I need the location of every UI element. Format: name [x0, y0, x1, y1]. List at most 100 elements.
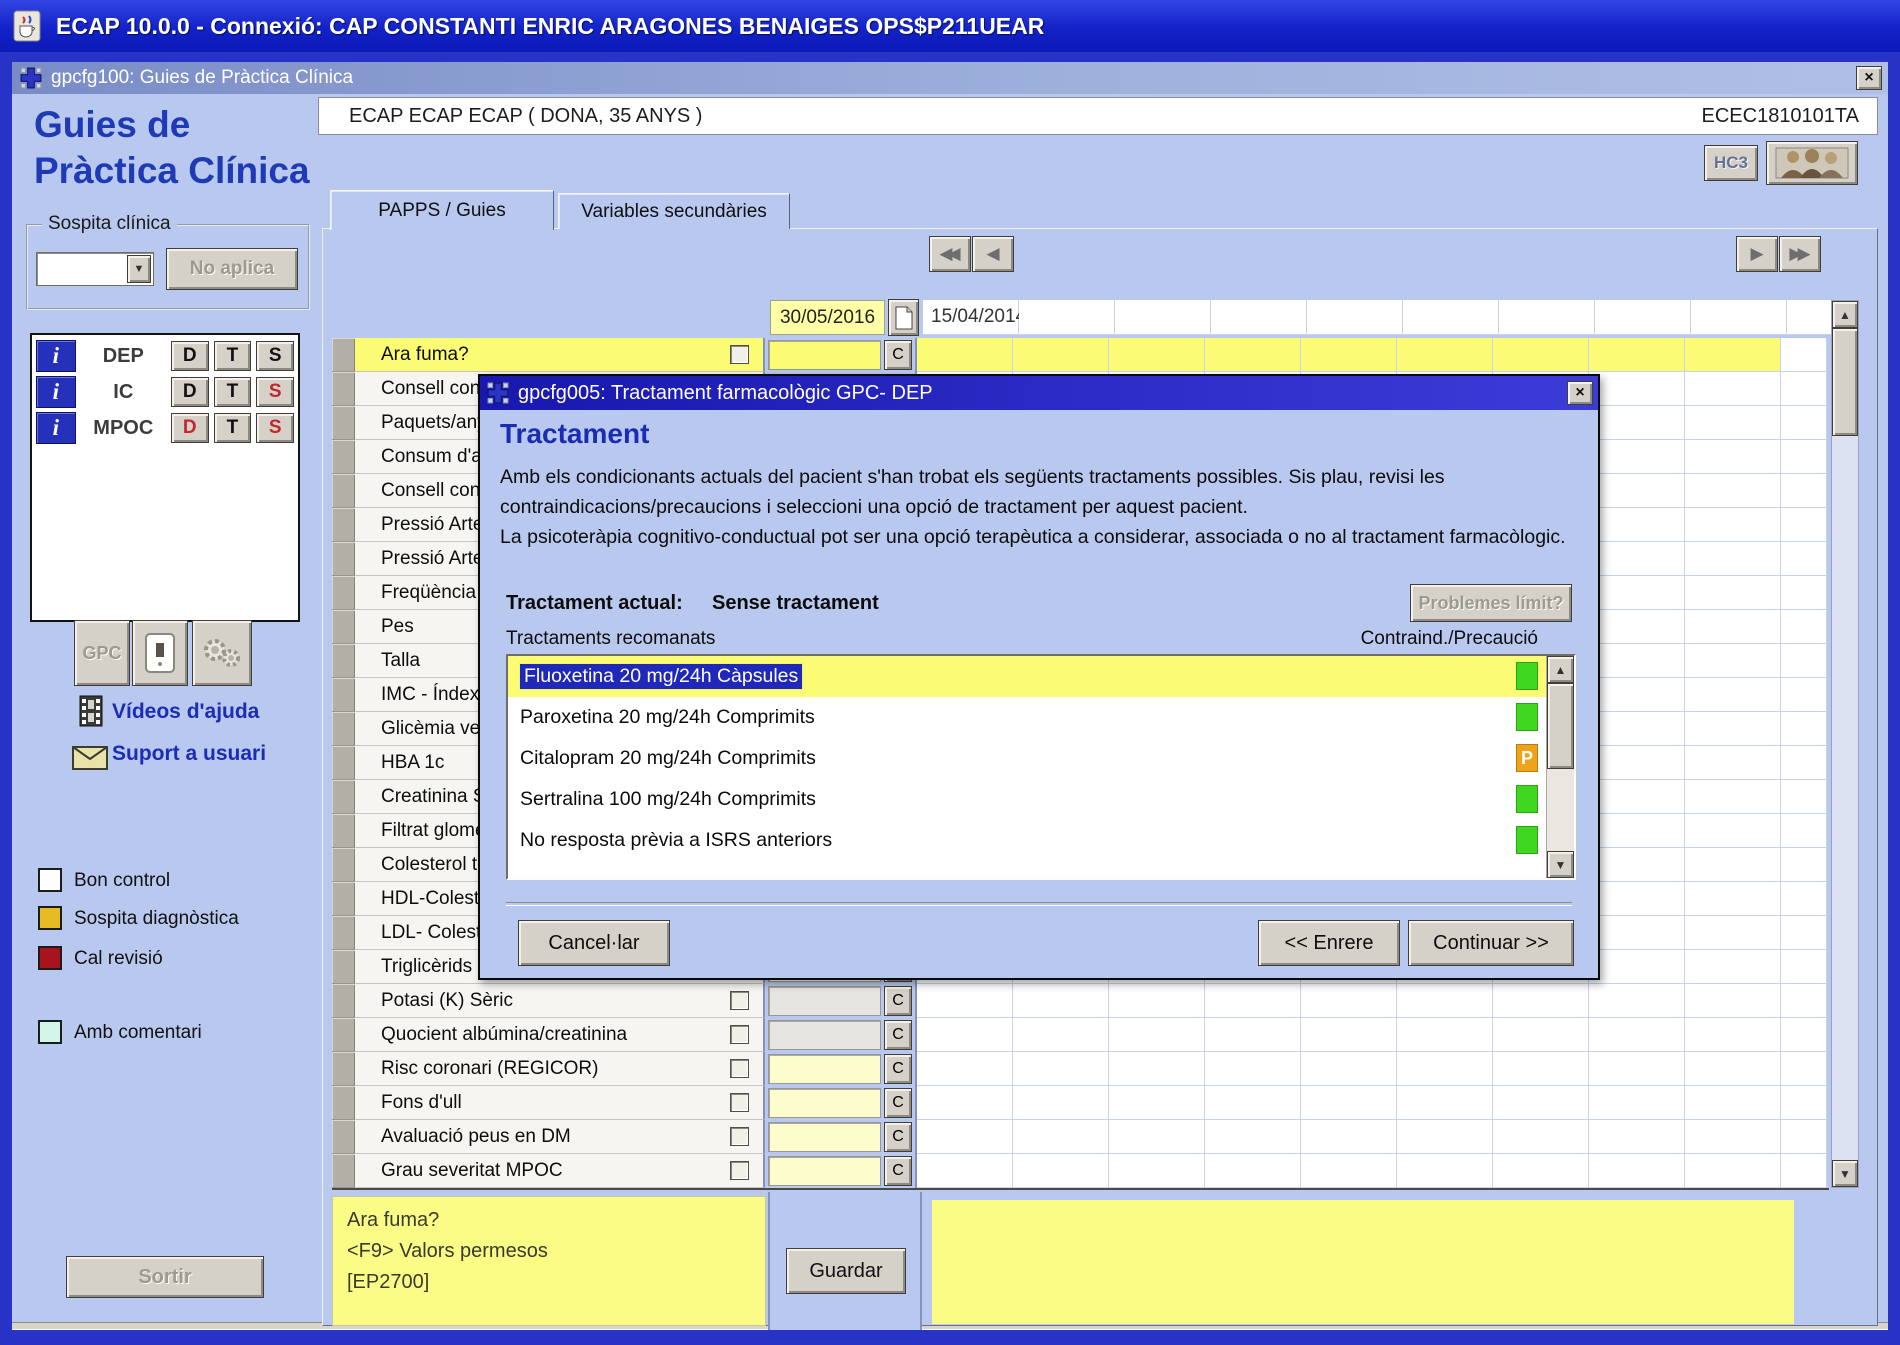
row-header-cell[interactable]	[332, 338, 355, 372]
guide-d-button[interactable]: D	[171, 341, 209, 371]
guardar-button[interactable]: Guardar	[786, 1248, 906, 1294]
row-checkbox[interactable]	[730, 345, 749, 364]
dialog-close-button[interactable]: ×	[1567, 381, 1593, 405]
guide-t-button[interactable]: T	[214, 341, 252, 371]
device-button[interactable]	[132, 620, 188, 686]
row-header-cell[interactable]	[332, 814, 355, 848]
row-header-cell[interactable]	[332, 644, 355, 678]
cancel-button[interactable]: Cancel·lar	[518, 920, 670, 966]
row-header-cell[interactable]	[332, 950, 355, 984]
row-checkbox[interactable]	[730, 1093, 749, 1112]
guide-d-button[interactable]: D	[171, 413, 209, 443]
row-header-cell[interactable]	[332, 474, 355, 508]
treatment-row[interactable]: Fluoxetina 20 mg/24h Càpsules	[508, 656, 1574, 697]
row-header-cell[interactable]	[332, 780, 355, 814]
row-label-cell[interactable]: Fons d'ull	[355, 1086, 765, 1120]
nav-first-icon[interactable]: ◀◀	[929, 236, 971, 272]
row-header-cell[interactable]	[332, 712, 355, 746]
row-header-cell[interactable]	[332, 848, 355, 882]
back-button[interactable]: << Enrere	[1258, 920, 1400, 966]
treatment-row[interactable]: Paroxetina 20 mg/24h Comprimits	[508, 697, 1574, 738]
nav-last-icon[interactable]: ▶▶	[1779, 236, 1821, 272]
row-label-cell[interactable]: Ara fuma?	[355, 338, 765, 372]
row-header-cell[interactable]	[332, 678, 355, 712]
sospita-clinica-select[interactable]: ▼	[36, 252, 154, 286]
hc3-button[interactable]: HC3	[1704, 145, 1758, 181]
tab-papps-guies[interactable]: PAPPS / Guies	[330, 190, 554, 230]
guide-t-button[interactable]: T	[214, 413, 252, 443]
new-record-button[interactable]	[888, 299, 919, 336]
guide-s-button[interactable]: S	[256, 377, 294, 407]
comment-button[interactable]: C	[884, 1122, 912, 1152]
photo-button[interactable]	[1766, 141, 1858, 185]
row-header-cell[interactable]	[332, 882, 355, 916]
row-checkbox[interactable]	[730, 1025, 749, 1044]
scrollbar-thumb[interactable]	[1832, 328, 1858, 436]
row-label-cell[interactable]: Grau severitat MPOC	[355, 1154, 765, 1188]
row-header-cell[interactable]	[332, 984, 355, 1018]
row-label-cell[interactable]: Risc coronari (REGICOR)	[355, 1052, 765, 1086]
row-header-cell[interactable]	[332, 1052, 355, 1086]
row-header-cell[interactable]	[332, 1086, 355, 1120]
guide-d-button[interactable]: D	[171, 377, 209, 407]
row-label-cell[interactable]: Avaluació peus en DM	[355, 1120, 765, 1154]
row-checkbox[interactable]	[730, 991, 749, 1010]
scroll-down-icon[interactable]: ▼	[1832, 1160, 1858, 1187]
comment-button[interactable]: C	[884, 986, 912, 1016]
info-button[interactable]: i	[36, 412, 76, 444]
table-scrollbar[interactable]: ▲ ▼	[1831, 300, 1859, 1188]
scroll-up-icon[interactable]: ▲	[1547, 656, 1574, 683]
row-header-cell[interactable]	[332, 746, 355, 780]
value-field[interactable]	[768, 1122, 881, 1152]
row-header-cell[interactable]	[332, 372, 355, 406]
row-label-cell[interactable]: Potasi (K) Sèric	[355, 984, 765, 1018]
row-label-cell[interactable]: Quocient albúmina/creatinina	[355, 1018, 765, 1052]
row-header-cell[interactable]	[332, 542, 355, 576]
comment-button[interactable]: C	[884, 1054, 912, 1084]
nav-next-icon[interactable]: ▶	[1736, 236, 1778, 272]
chevron-down-icon[interactable]: ▼	[127, 255, 151, 283]
value-field[interactable]	[768, 1020, 881, 1050]
info-button[interactable]: i	[36, 376, 76, 408]
value-field[interactable]	[768, 340, 881, 370]
no-aplica-button[interactable]: No aplica	[166, 248, 298, 290]
os-title-bar[interactable]: ECAP 10.0.0 - Connexió: CAP CONSTANTI EN…	[0, 0, 1900, 52]
scrollbar-thumb[interactable]	[1547, 683, 1574, 769]
continue-button[interactable]: Continuar >>	[1408, 920, 1574, 966]
problemes-limit-button[interactable]: Problemes límit?	[1410, 584, 1572, 622]
row-header-cell[interactable]	[332, 508, 355, 542]
videos-ajuda-link[interactable]: Vídeos d'ajuda	[112, 700, 259, 724]
tab-variables-secundaries[interactable]: Variables secundàries	[558, 193, 790, 229]
treatment-row[interactable]: No resposta prèvia a ISRS anteriors	[508, 820, 1574, 861]
dialog-title-bar[interactable]: gpcfg005: Tractament farmacològic GPC- D…	[480, 376, 1598, 410]
row-header-cell[interactable]	[332, 916, 355, 950]
comment-button[interactable]: C	[884, 340, 912, 370]
gears-button[interactable]	[192, 620, 252, 686]
row-checkbox[interactable]	[730, 1059, 749, 1078]
sortir-button[interactable]: Sortir	[66, 1256, 264, 1298]
scroll-down-icon[interactable]: ▼	[1547, 851, 1574, 878]
guide-s-button[interactable]: S	[256, 341, 294, 371]
comment-button[interactable]: C	[884, 1156, 912, 1186]
row-header-cell[interactable]	[332, 440, 355, 474]
row-header-cell[interactable]	[332, 1018, 355, 1052]
nav-previous-icon[interactable]: ◀	[972, 236, 1014, 272]
value-field[interactable]	[768, 1054, 881, 1084]
row-header-cell[interactable]	[332, 1154, 355, 1188]
value-field[interactable]	[768, 986, 881, 1016]
scroll-up-icon[interactable]: ▲	[1832, 301, 1858, 328]
gpc-button[interactable]: GPC	[74, 620, 130, 686]
row-header-cell[interactable]	[332, 1120, 355, 1154]
row-header-cell[interactable]	[332, 406, 355, 440]
treatment-list-scrollbar[interactable]: ▲ ▼	[1546, 656, 1574, 878]
guide-s-button[interactable]: S	[256, 413, 294, 443]
suport-usuari-link[interactable]: Suport a usuari	[112, 742, 266, 766]
row-header-cell[interactable]	[332, 576, 355, 610]
comment-button[interactable]: C	[884, 1020, 912, 1050]
window-close-button[interactable]: ×	[1856, 66, 1882, 90]
value-field[interactable]	[768, 1156, 881, 1186]
row-checkbox[interactable]	[730, 1161, 749, 1180]
value-field[interactable]	[768, 1088, 881, 1118]
guide-t-button[interactable]: T	[214, 377, 252, 407]
row-checkbox[interactable]	[730, 1127, 749, 1146]
